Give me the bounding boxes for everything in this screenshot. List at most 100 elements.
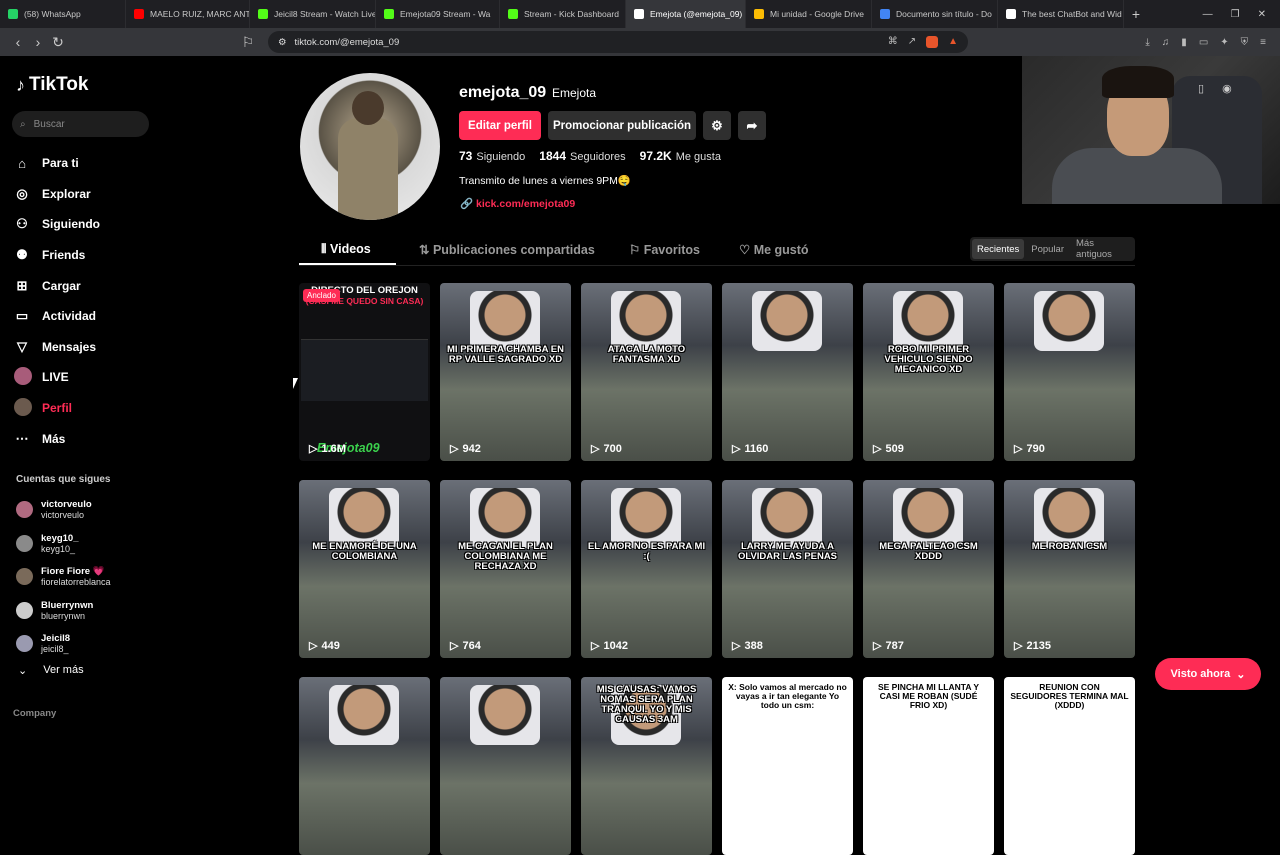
forward-icon[interactable]: ›: [28, 34, 48, 50]
share-profile-button[interactable]: ➦: [738, 111, 766, 140]
browser-tab[interactable]: MAELO RUIZ, MARC ANTHONY: [126, 0, 250, 28]
video-card[interactable]: [440, 677, 571, 855]
browser-tab[interactable]: Emejota09 Stream - Wa: [376, 0, 500, 28]
following-account[interactable]: victorveulo victorveulo: [16, 493, 111, 527]
avatar: [16, 501, 33, 519]
sidebar-item-label: Más: [42, 431, 66, 446]
browser-tab[interactable]: The best ChatBot and Wid: [998, 0, 1124, 28]
sidebar-item-explorar[interactable]: ◎ Explorar: [14, 179, 100, 210]
download-icon[interactable]: ⤓: [1145, 37, 1149, 48]
video-card[interactable]: ME ENAMORÉ DE UNA COLOMBIANA ▷ 449: [299, 480, 430, 658]
tiktok-logo[interactable]: ♪ TikTok: [16, 74, 88, 96]
video-card[interactable]: ROBO MI PRIMER VEHICULO SIENDO MECANICO …: [863, 283, 994, 461]
video-card[interactable]: X: Solo vamos al mercado no vayas a ir t…: [722, 677, 853, 855]
promote-post-button[interactable]: Promocionar publicación: [548, 111, 696, 140]
sidebar-item-actividad[interactable]: ▭ Actividad: [14, 301, 100, 332]
browser-tab[interactable]: Mi unidad - Google Drive: [746, 0, 872, 28]
browser-tab[interactable]: (58) WhatsApp: [0, 0, 126, 28]
sort-oldest-button[interactable]: Más antiguos: [1071, 238, 1133, 260]
reload-icon[interactable]: ↻: [48, 34, 68, 51]
sidebar-item-más[interactable]: ⋯ Más: [14, 423, 100, 454]
sidebar-toggle-icon[interactable]: ▮: [1181, 37, 1187, 48]
compass-icon: ◎: [16, 185, 28, 201]
browser-tab[interactable]: Documento sin título - Do: [872, 0, 998, 28]
video-caption: MI PRIMERA CHAMBA EN RP VALLE SAGRADO XD: [447, 344, 564, 365]
brave-shield-icon[interactable]: [926, 36, 939, 48]
search-icon: ⌕: [20, 118, 26, 130]
new-tab-button[interactable]: +: [1124, 6, 1148, 22]
video-card[interactable]: EL AMOR NO ES PARA MI :(▷ 1042: [581, 480, 712, 658]
video-caption: X: Solo vamos al mercado no vayas a ir t…: [728, 682, 847, 710]
close-window-icon[interactable]: ✕: [1258, 9, 1266, 20]
video-card[interactable]: MEGA PALTEAO CSM XDDD ▷ 787: [863, 480, 994, 658]
restore-icon[interactable]: ❐: [1231, 9, 1240, 20]
sidebar-item-live[interactable]: LIVE: [14, 362, 100, 393]
video-thumbnail: [752, 291, 822, 351]
share-url-icon[interactable]: ↗: [908, 36, 916, 48]
following-account[interactable]: Bluerrynwn bluerrynwn: [16, 594, 111, 628]
video-thumbnail: [893, 488, 963, 548]
company-link[interactable]: Company: [13, 708, 56, 719]
seen-now-button[interactable]: Visto ahora ⌄: [1155, 658, 1261, 690]
video-caption: REUNION CON SEGUIDORES TERMINA MAL (XDDD…: [1010, 682, 1129, 710]
translate-icon[interactable]: ⌘: [888, 36, 898, 48]
following-account[interactable]: Jeicil8 jeicil8_: [16, 627, 111, 661]
followers-stat[interactable]: 1844 Seguidores: [539, 149, 625, 163]
following-account[interactable]: Fiore Fiore 💗 fiorelatorreblanca: [16, 560, 111, 594]
sidebar-item-mensajes[interactable]: ▽ Mensajes: [14, 332, 100, 363]
sidebar-item-cargar[interactable]: ⊞ Cargar: [14, 270, 100, 301]
tab-title: Emejota09 Stream - Wa: [400, 9, 491, 19]
sort-recent-button[interactable]: Recientes: [972, 239, 1025, 259]
search-input[interactable]: ⌕ Buscar: [12, 111, 149, 137]
user-avatar-icon[interactable]: ◉: [1222, 82, 1232, 95]
video-card[interactable]: ATACA LA MOTO FANTASMA XD ▷ 700: [581, 283, 712, 461]
extensions-icon[interactable]: ✦: [1220, 37, 1228, 48]
bookmark-icon[interactable]: ⚐: [238, 34, 258, 51]
video-card[interactable]: LARRY ME AYUDA A OLVIDAR LAS PENAS ▷ 388: [722, 480, 853, 658]
tab-liked[interactable]: ♡ Me gustó: [739, 242, 809, 257]
wallet-icon[interactable]: ▭: [1199, 37, 1208, 48]
url-field[interactable]: ⚙ tiktok.com/@emejota_09 ⌘ ↗ ▲: [268, 31, 968, 53]
sort-popular-button[interactable]: Popular: [1026, 239, 1069, 259]
video-card[interactable]: MIS CAUSAS: VAMOS NOMAS SERA PLAN TRANQU…: [581, 677, 712, 855]
tab-favorites[interactable]: ⚐ Favoritos: [629, 242, 700, 257]
browser-tab[interactable]: Emejota (@emejota_09)✕: [626, 0, 746, 28]
video-card[interactable]: SE PINCHA MI LLANTA Y CASI ME ROBAN (SUD…: [863, 677, 994, 855]
browser-tab[interactable]: Stream - Kick Dashboard: [500, 0, 626, 28]
pinned-video-card[interactable]: DIRECTO DEL OREJON (CASI ME QUEDO SIN CA…: [299, 283, 430, 461]
profile-link[interactable]: 🔗 kick.com/emejota09: [460, 197, 575, 210]
video-card[interactable]: ME CAGAN EL PLAN COLOMBIANA ME RECHAZA X…: [440, 480, 571, 658]
live-icon: [14, 366, 32, 388]
profile-avatar[interactable]: [300, 73, 440, 220]
media-icon[interactable]: ♫: [1162, 37, 1170, 48]
tab-videos[interactable]: ⦀ Videos: [321, 242, 371, 257]
menu-icon[interactable]: ≡: [1260, 37, 1266, 48]
back-icon[interactable]: ‹: [8, 34, 28, 50]
play-icon: ▷: [309, 443, 318, 455]
video-card[interactable]: ME ROBAN CSM ▷ 2135: [1004, 480, 1135, 658]
video-card[interactable]: REUNION CON SEGUIDORES TERMINA MAL (XDDD…: [1004, 677, 1135, 855]
video-card[interactable]: MI PRIMERA CHAMBA EN RP VALLE SAGRADO XD…: [440, 283, 571, 461]
edit-profile-button[interactable]: Editar perfil: [459, 111, 541, 140]
video-card[interactable]: ▷ 790: [1004, 283, 1135, 461]
video-caption: ME ENAMORÉ DE UNA COLOMBIANA: [312, 541, 417, 562]
video-views: ▷ 1160: [732, 442, 768, 456]
browser-tab[interactable]: Jeicil8 Stream - Watch Live: [250, 0, 376, 28]
device-icon[interactable]: ▯: [1198, 82, 1204, 95]
minimize-icon[interactable]: —: [1203, 9, 1213, 20]
following-stat[interactable]: 73 Siguiendo: [459, 149, 525, 163]
view-count: 449: [321, 639, 340, 652]
see-more-button[interactable]: ⌄ Ver más: [18, 664, 84, 677]
sidebar-item-perfil[interactable]: Perfil: [14, 393, 100, 424]
tab-shared[interactable]: ⇅ Publicaciones compartidas: [419, 242, 595, 257]
site-info-icon[interactable]: ⚙: [278, 37, 287, 48]
rewards-icon[interactable]: ▲: [948, 36, 958, 48]
video-card[interactable]: [299, 677, 430, 855]
vpn-icon[interactable]: ⛨: [1241, 37, 1249, 48]
sidebar-item-friends[interactable]: ⚉ Friends: [14, 240, 100, 271]
sidebar-item-siguiendo[interactable]: ⚇ Siguiendo: [14, 209, 100, 240]
video-card[interactable]: ▷ 1160: [722, 283, 853, 461]
following-account[interactable]: keyg10_ keyg10_: [16, 527, 111, 561]
settings-button[interactable]: ⚙: [703, 111, 731, 140]
sidebar-item-para-ti[interactable]: ⌂ Para ti: [14, 148, 100, 179]
